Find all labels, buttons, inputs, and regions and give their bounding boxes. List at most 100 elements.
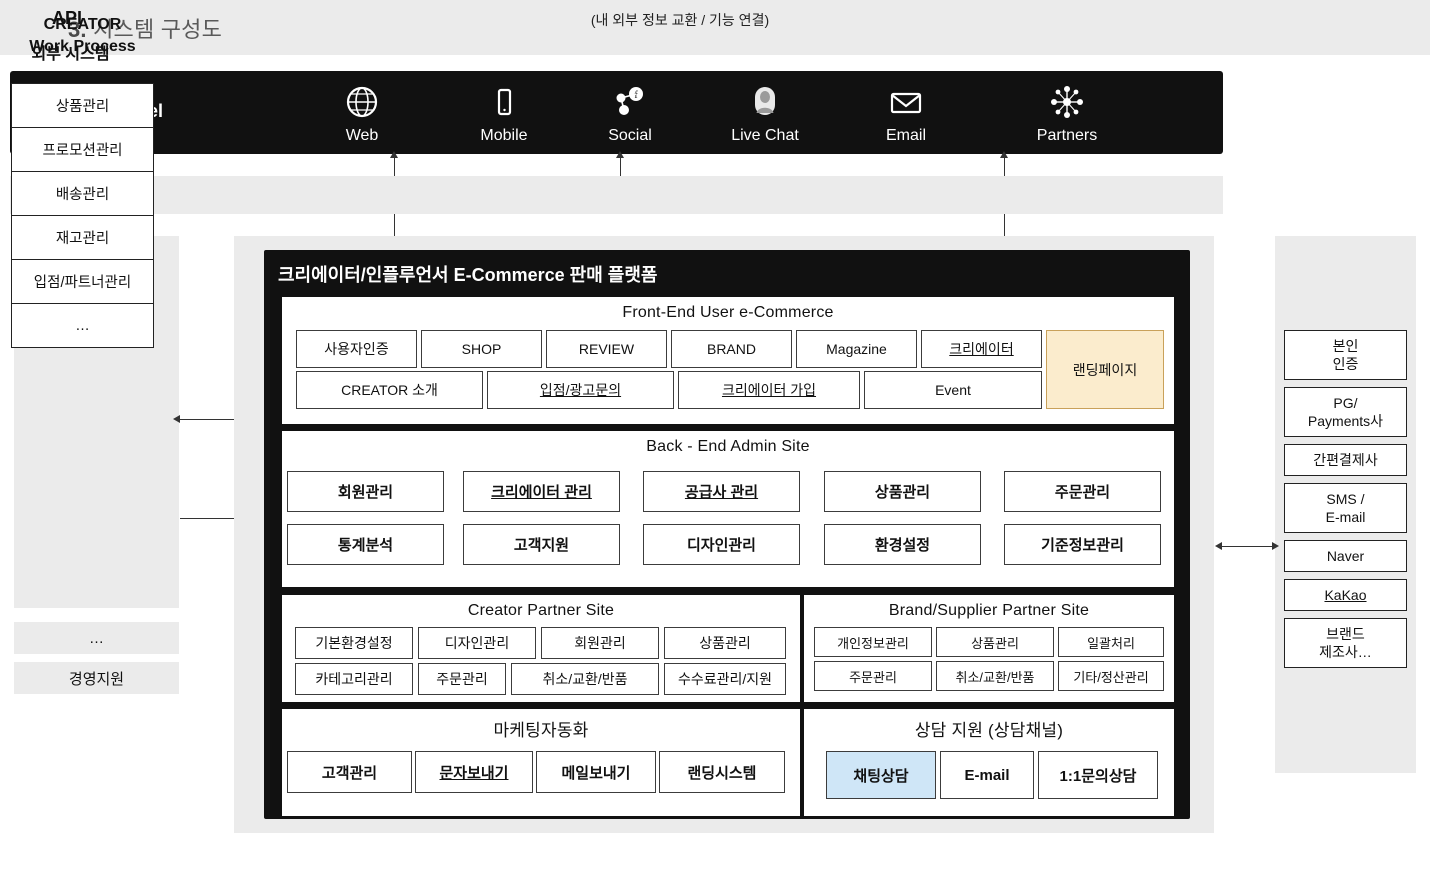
creator-partner-button-member-mgmt[interactable]: 회원관리 [541, 627, 659, 659]
backend-button-settings[interactable]: 환경설정 [824, 524, 981, 565]
list-item[interactable]: 배송관리 [11, 171, 154, 215]
list-item-label: 간편결제사 [1313, 452, 1378, 468]
list-item[interactable]: Naver [1284, 540, 1407, 572]
list-item[interactable]: 상품관리 [11, 83, 154, 127]
backend-button-supplier-mgmt[interactable]: 공급사 관리 [643, 471, 800, 512]
frontend-button-magazine[interactable]: Magazine [796, 330, 917, 368]
button-label: Magazine [826, 341, 887, 357]
creator-partner-button-order-mgmt[interactable]: 주문관리 [418, 663, 506, 695]
list-item-label: KaKao [1324, 587, 1367, 603]
button-label: 메일보내기 [561, 764, 631, 782]
omni-item-partners[interactable]: Partners [1002, 77, 1132, 145]
button-label: BRAND [706, 341, 756, 357]
list-item[interactable]: 본인 인증 [1284, 330, 1407, 380]
creator-partner-button-product-mgmt[interactable]: 상품관리 [664, 627, 786, 659]
brand-supplier-button-cancel-exchange-return[interactable]: 취소/교환/반품 [936, 661, 1054, 691]
frontend-button-partnership-inquiry[interactable]: 입점/광고문의 [487, 371, 674, 409]
button-label: Event [935, 382, 971, 398]
support-button-one-to-one-inquiry[interactable]: 1:1문의상담 [1038, 751, 1158, 799]
backend-button-member-mgmt[interactable]: 회원관리 [287, 471, 444, 512]
marketing-button-landing-system[interactable]: 랜딩시스템 [659, 751, 785, 793]
backend-button-order-mgmt[interactable]: 주문관리 [1004, 471, 1161, 512]
creator-partner-button-design-mgmt[interactable]: 디자인관리 [418, 627, 536, 659]
arrow-web-to-api [390, 151, 398, 176]
brand-supplier-button-etc-settlement[interactable]: 기타/정산관리 [1058, 661, 1164, 691]
frontend-button-creator-intro[interactable]: CREATOR 소개 [296, 371, 483, 409]
list-item[interactable]: … [11, 303, 154, 348]
creator-partner-button-cancel-exchange-return[interactable]: 취소/교환/반품 [511, 663, 659, 695]
list-item[interactable]: PG/ Payments사 [1284, 387, 1407, 437]
frontend-button-event[interactable]: Event [864, 371, 1042, 409]
omni-item-email[interactable]: Email [841, 77, 971, 145]
list-item[interactable]: 브랜드 제조사… [1284, 618, 1407, 668]
frontend-button-review[interactable]: REVIEW [546, 330, 667, 368]
brand-supplier-button-bulk-processing[interactable]: 일괄처리 [1058, 627, 1164, 657]
backend-button-design-mgmt[interactable]: 디자인관리 [643, 524, 800, 565]
button-label: 취소/교환/반품 [542, 671, 628, 687]
social-network-icon: f [565, 77, 695, 125]
button-label: E-mail [964, 766, 1010, 784]
omni-item-social[interactable]: f Social [565, 77, 695, 145]
button-label: SHOP [461, 341, 502, 357]
button-label: 기준정보관리 [1041, 537, 1124, 554]
creator-partner-button-env-settings[interactable]: 기본환경설정 [295, 627, 413, 659]
support-button-chat[interactable]: 채팅상담 [826, 751, 936, 799]
frontend-button-user-auth[interactable]: 사용자인증 [296, 330, 417, 368]
marketing-button-customer-mgmt[interactable]: 고객관리 [287, 751, 412, 793]
marketing-button-send-sms[interactable]: 문자보내기 [415, 751, 533, 793]
button-label: 통계분석 [337, 537, 394, 554]
button-label: 랜딩시스템 [687, 764, 757, 782]
list-item[interactable]: 프로모션관리 [11, 127, 154, 171]
list-item[interactable]: 재고관리 [11, 215, 154, 259]
brand-supplier-title: Brand/Supplier Partner Site [888, 602, 1090, 619]
marketing-automation-title: 마케팅자동화 [493, 721, 589, 740]
support-title: 상담 지원 (상담채널) [914, 721, 1064, 740]
backend-button-product-mgmt[interactable]: 상품관리 [824, 471, 981, 512]
brand-supplier-button-privacy-mgmt[interactable]: 개인정보관리 [814, 627, 932, 657]
list-item-label: SMS / E-mail [1325, 491, 1366, 525]
button-label: 사용자인증 [324, 341, 389, 357]
support-button-email[interactable]: E-mail [940, 751, 1034, 799]
backend-button-statistics[interactable]: 통계분석 [287, 524, 444, 565]
backend-button-customer-support[interactable]: 고객지원 [463, 524, 620, 565]
brand-supplier-button-product-mgmt[interactable]: 상품관리 [936, 627, 1054, 657]
marketing-button-send-email[interactable]: 메일보내기 [536, 751, 656, 793]
frontend-button-shop[interactable]: SHOP [421, 330, 542, 368]
list-item[interactable]: SMS / E-mail [1284, 483, 1407, 533]
button-label: 고객관리 [321, 764, 378, 782]
button-label: 디자인관리 [686, 537, 756, 554]
omni-item-live-chat[interactable]: Live Chat [700, 77, 830, 145]
arrow-social-to-api [616, 151, 624, 176]
list-item[interactable]: 간편결제사 [1284, 444, 1407, 476]
button-label: 환경설정 [874, 537, 931, 554]
frontend-button-creator-signup[interactable]: 크리에이터 가입 [678, 371, 860, 409]
button-label: 크리에이터 가입 [721, 382, 817, 398]
omni-item-label: Email [885, 127, 926, 144]
button-label: 고객지원 [513, 537, 570, 554]
creator-partner-button-commission-mgmt[interactable]: 수수료관리/지원 [664, 663, 786, 695]
api-band [10, 176, 1223, 214]
arrow-left-panel-in [173, 415, 236, 423]
omni-item-label: Web [345, 127, 379, 144]
envelope-icon [841, 77, 971, 125]
frontend-button-creator[interactable]: 크리에이터 [921, 330, 1042, 368]
list-item[interactable]: 입점/파트너관리 [11, 259, 154, 303]
button-label: 상품관리 [971, 635, 1019, 651]
creator-partner-button-category-mgmt[interactable]: 카테고리관리 [295, 663, 413, 695]
frontend-title: Front-End User e-Commerce [622, 304, 834, 321]
button-label: 디자인관리 [444, 635, 510, 651]
frontend-button-brand[interactable]: BRAND [671, 330, 792, 368]
arrow-external-systems-bidirectional [1215, 542, 1279, 550]
button-label: 문자보내기 [439, 764, 509, 782]
omni-item-web[interactable]: Web [297, 77, 427, 145]
button-label: 크리에이터 [949, 341, 1014, 357]
backend-button-master-data[interactable]: 기준정보관리 [1004, 524, 1161, 565]
brand-supplier-button-order-mgmt[interactable]: 주문관리 [814, 661, 932, 691]
api-note: (내 외부 정보 교환 / 기능 연결) [590, 12, 770, 28]
creator-partner-card: Creator Partner Site 기본환경설정 디자인관리 회원관리 상… [281, 594, 801, 703]
list-item[interactable]: KaKao [1284, 579, 1407, 611]
backend-button-creator-mgmt[interactable]: 크리에이터 관리 [463, 471, 620, 512]
omni-item-mobile[interactable]: Mobile [439, 77, 569, 145]
frontend-button-landing-page[interactable]: 랜딩페이지 [1046, 330, 1164, 409]
creator-work-process-list: 상품관리 프로모션관리 배송관리 재고관리 입점/파트너관리 … [11, 83, 154, 348]
